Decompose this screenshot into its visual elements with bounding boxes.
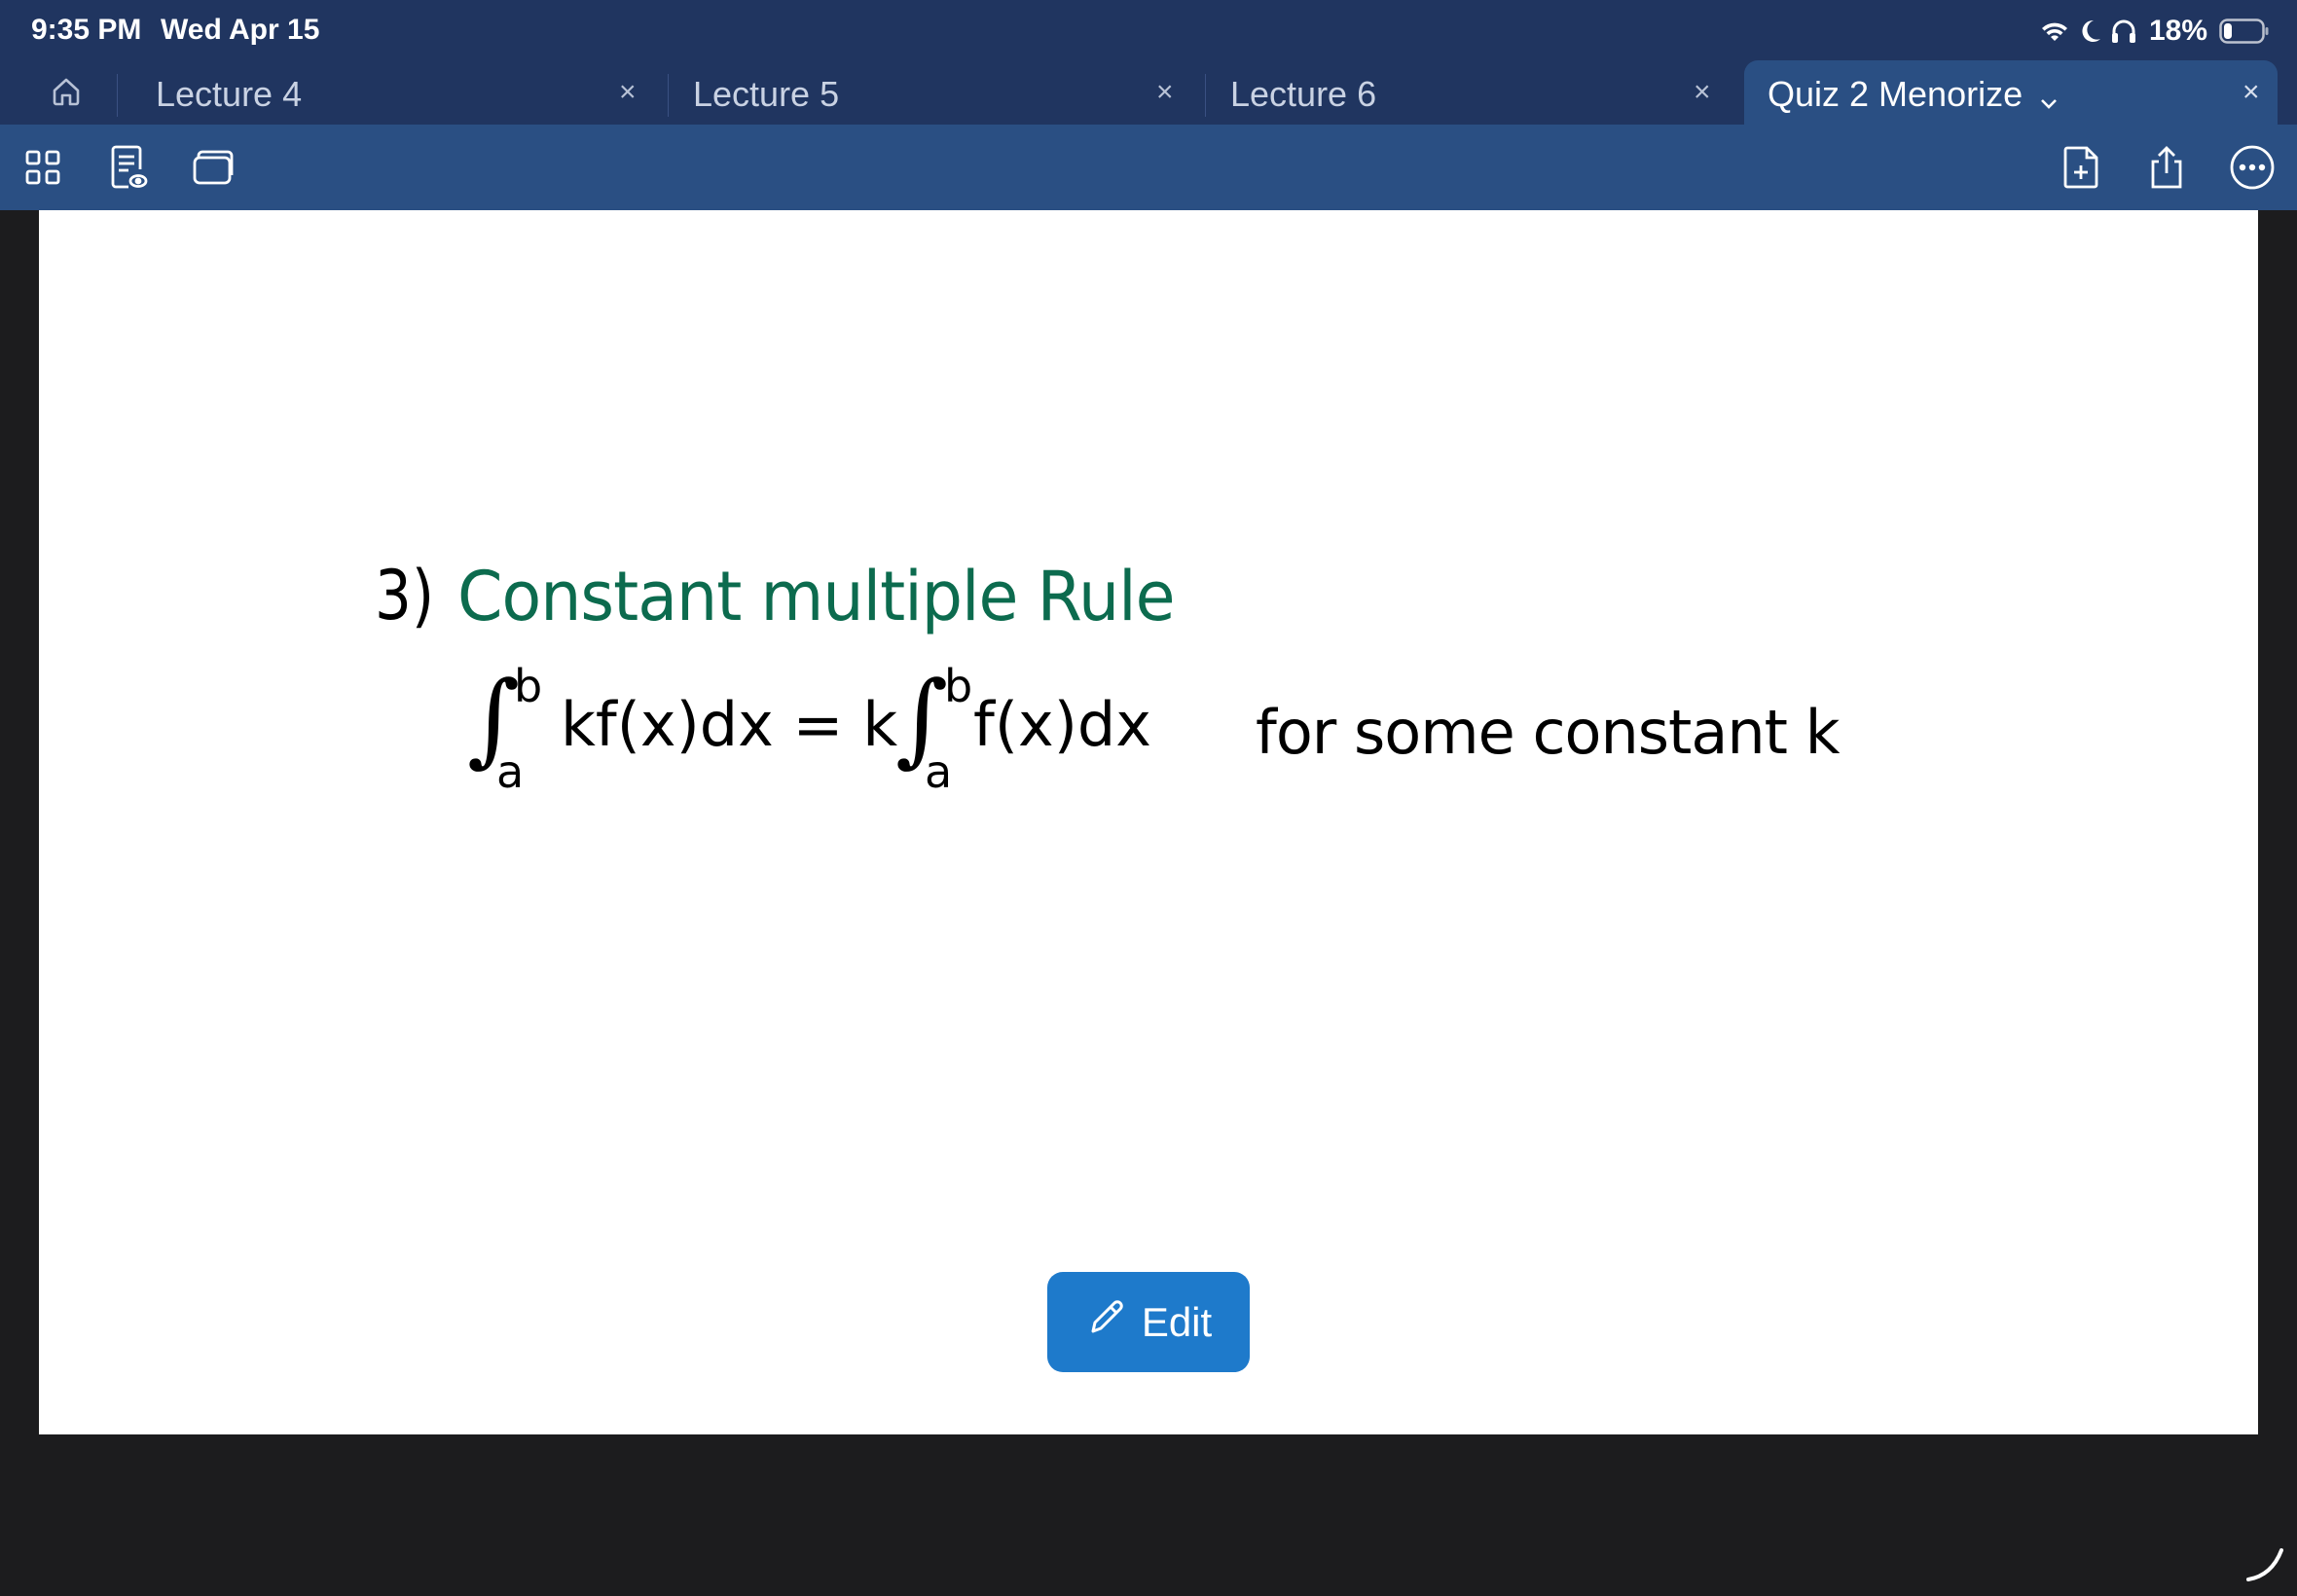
upper-limit: b [514,660,543,712]
reader-mode-icon[interactable] [101,140,156,195]
headphones-icon [2110,18,2137,45]
note-number: 3) [375,556,435,635]
note-title: Constant multiple Rule [457,557,1176,636]
lower-limit: a [925,745,953,798]
tab-label: Lecture 6 [1230,74,1377,114]
home-icon [51,76,82,112]
lower-limit: a [496,745,525,798]
tab-label: Lecture 4 [156,74,303,114]
status-time: 9:35 PM [31,14,142,46]
status-date: Wed Apr 15 [161,14,320,46]
add-page-icon[interactable] [2054,140,2108,195]
note-annotation: for some constant k [1256,697,1841,768]
tabs-stack-icon[interactable] [187,140,241,195]
edit-button-label: Edit [1141,1298,1213,1345]
resize-handle[interactable] [2242,1539,2289,1590]
tab-close-button[interactable]: × [619,76,637,109]
tab-bar: Lecture 4 × Lecture 5 × Lecture 6 × Quiz… [0,60,2297,125]
tab-lecture-6[interactable]: Lecture 6 × [1191,60,1729,125]
tab-lecture-4[interactable]: Lecture 4 × [117,60,654,125]
right-integrand: f(x)dx [973,689,1151,760]
more-icon[interactable] [2225,140,2279,195]
tab-quiz-2[interactable]: Quiz 2 Menorize × [1744,60,2278,125]
moon-icon [2077,18,2102,45]
tab-label: Quiz 2 Menorize [1768,74,2024,114]
status-indicators: 18% [2040,12,2270,51]
toolbar [0,125,2297,210]
share-icon[interactable] [2139,140,2194,195]
battery-icon [2219,18,2270,44]
left-integrand: kf(x)dx = k [561,689,898,760]
pencil-icon [1085,1296,1128,1349]
tab-lecture-5[interactable]: Lecture 5 × [654,60,1191,125]
tab-close-button[interactable]: × [1156,76,1174,109]
chevron-down-icon[interactable] [2038,80,2060,121]
wifi-icon [2040,19,2069,43]
tab-close-button[interactable]: × [1694,76,1711,109]
tab-label: Lecture 5 [693,74,840,114]
edit-button[interactable]: Edit [1047,1272,1250,1372]
note-page: 3) Constant multiple Rule ∫ b a kf(x)dx … [39,210,2258,1434]
upper-limit: b [944,660,973,712]
battery-percent: 18% [2148,15,2207,47]
grid-view-icon[interactable] [16,140,70,195]
home-button[interactable] [39,70,93,117]
status-bar: 9:35 PM Wed Apr 15 18% [0,0,2297,60]
tab-close-button[interactable]: × [2242,76,2260,109]
